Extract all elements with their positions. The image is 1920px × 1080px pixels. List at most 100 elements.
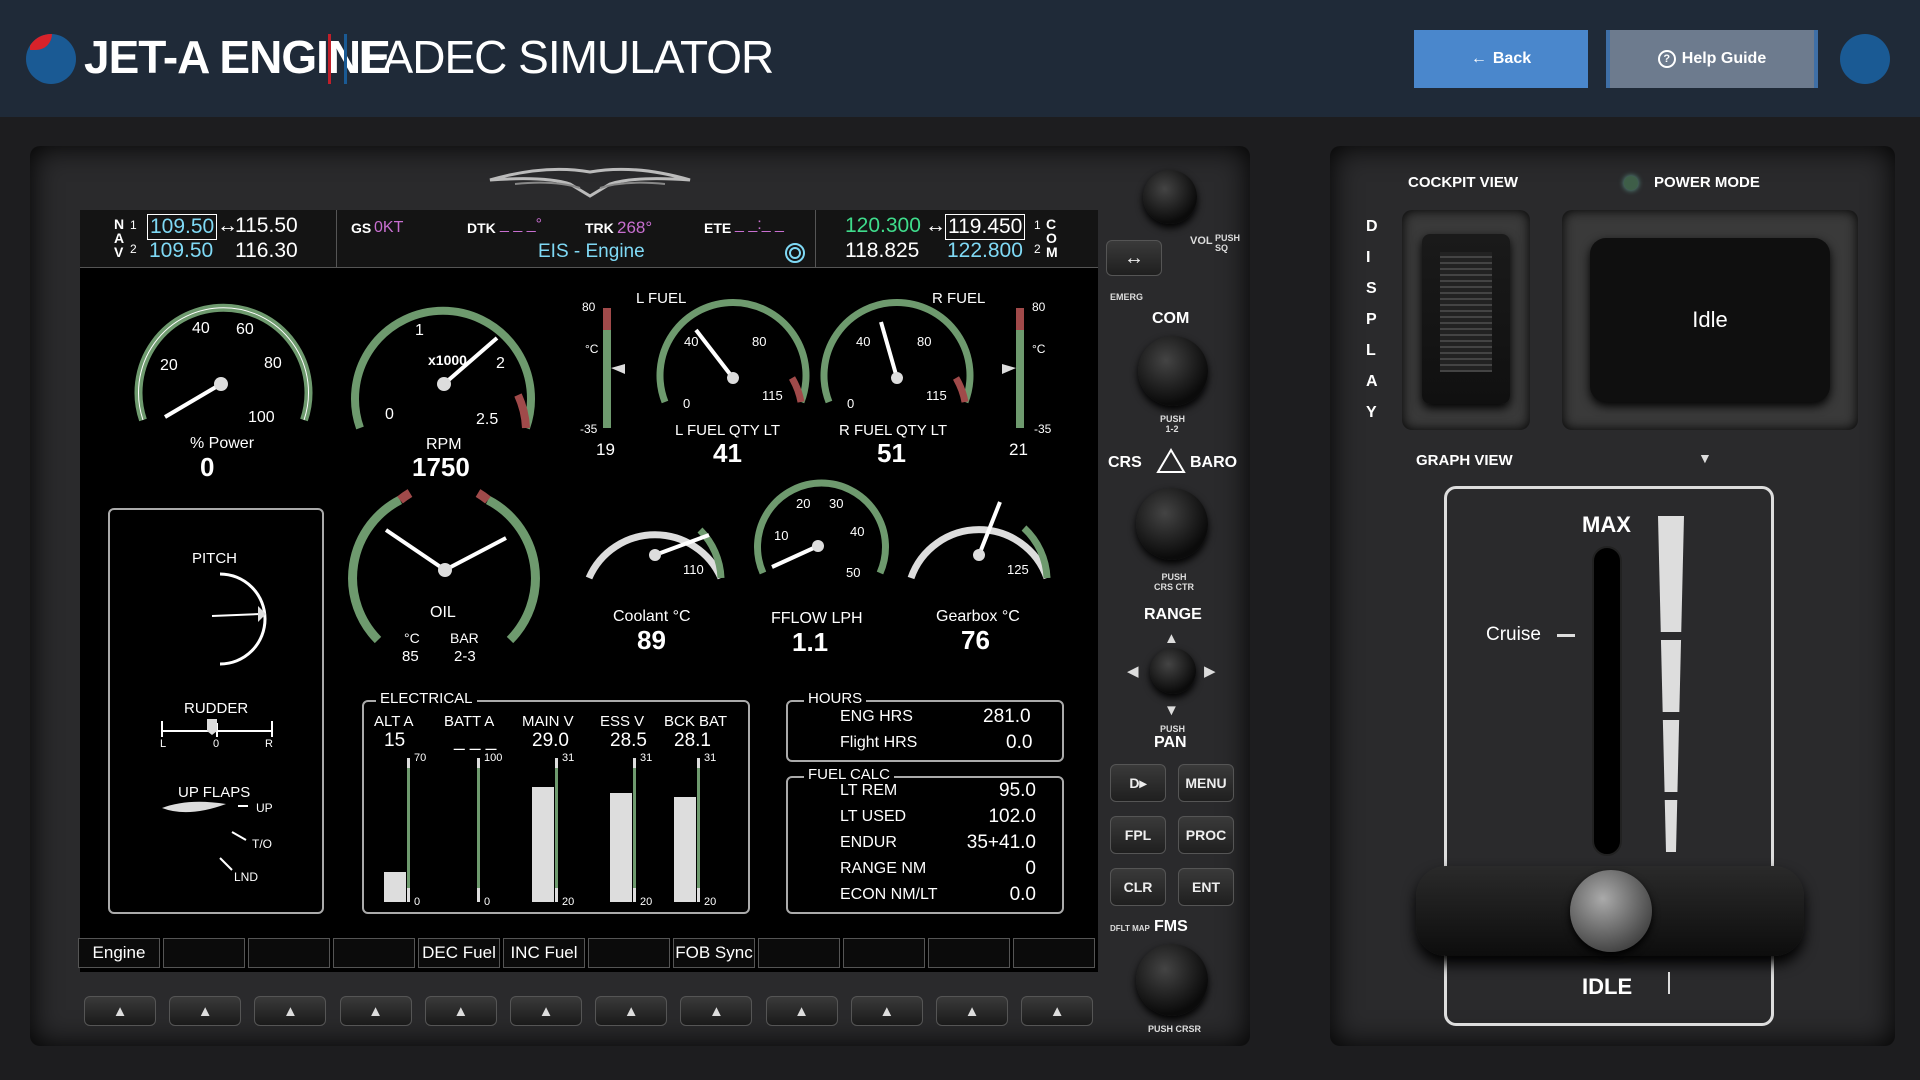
range-pan-knob[interactable]	[1150, 648, 1196, 694]
clr-button[interactable]: CLR	[1110, 868, 1166, 906]
softkey-blank[interactable]	[588, 938, 670, 968]
oil-temp-value: 85	[402, 648, 419, 665]
display-switch-rocker[interactable]	[1422, 234, 1510, 404]
softkey-engine[interactable]: Engine	[78, 938, 160, 968]
softkey-arrow-button[interactable]: ▲	[510, 996, 582, 1026]
rudder-l-label: L	[160, 738, 167, 750]
com-knob[interactable]	[1138, 336, 1208, 406]
triangle-up-icon: ▲	[453, 1002, 469, 1020]
softkey-arrow-button[interactable]: ▲	[850, 996, 923, 1026]
softkey-blank[interactable]	[333, 938, 415, 968]
graph-view-chevron-icon[interactable]: ▼	[1698, 450, 1712, 466]
back-button[interactable]: ← Back	[1414, 30, 1588, 88]
pan-label: PAN	[1154, 734, 1187, 751]
softkey-arrow-button[interactable]: ▲	[765, 996, 838, 1026]
lfuel-temp-bar	[603, 308, 625, 428]
help-circle-icon: ?	[1657, 50, 1676, 68]
elec-bar-value: 29.0	[532, 730, 569, 751]
softkey-blank[interactable]	[758, 938, 840, 968]
vol-knob[interactable]	[1143, 170, 1197, 224]
elec-bar-min: 0	[414, 896, 421, 908]
com-label: COM	[1152, 310, 1190, 327]
lfuel-temp-value: 19	[596, 440, 615, 459]
rpm-tick-2: 2	[496, 355, 505, 372]
crs-baro-triangle-icon	[1156, 448, 1186, 473]
gearbox-value: 76	[961, 625, 990, 655]
fflow-tick-30: 30	[829, 496, 844, 511]
fflow-tick-10: 10	[774, 528, 789, 543]
power-mode-selector[interactable]: Idle	[1562, 210, 1858, 430]
menu-button[interactable]: MENU	[1178, 764, 1234, 802]
elec-bar-max: 31	[562, 752, 575, 764]
softkey-arrow-button[interactable]: ▲	[424, 996, 497, 1026]
direct-to-button[interactable]: D▸	[1110, 764, 1166, 802]
elec-bar-track	[530, 758, 558, 902]
fuel-calc-label: ECON NM/LT	[840, 886, 938, 903]
rfuel-title: R FUEL	[932, 290, 986, 307]
softkey-arrow-button[interactable]: ▲	[169, 996, 242, 1026]
range-down-icon[interactable]: ▼	[1164, 702, 1179, 719]
fflow-value: 1.1	[792, 627, 829, 657]
elec-bar-track	[452, 758, 480, 902]
softkey-blank[interactable]	[843, 938, 925, 968]
rfuel-temp-value: 21	[1009, 440, 1028, 459]
help-button-label: Help Guide	[1681, 50, 1767, 67]
rudder-scale	[161, 719, 273, 737]
oil-press-unit: BAR	[450, 630, 479, 646]
softkey-arrow-button[interactable]: ▲	[936, 996, 1008, 1026]
softkey-dec-fuel[interactable]: DEC Fuel	[418, 938, 500, 968]
elec-bar-max: 70	[414, 752, 427, 764]
oil-temp-unit: °C	[404, 630, 420, 646]
fuel-calc-value: 102.0	[988, 806, 1036, 827]
elec-bar-min: 20	[704, 896, 717, 908]
avatar[interactable]	[1840, 34, 1890, 84]
softkey-arrow-button[interactable]: ▲	[254, 996, 327, 1026]
triangle-up-icon: ▲	[708, 1002, 724, 1020]
softkey-inc-fuel[interactable]: INC Fuel	[503, 938, 585, 968]
power-value: 0	[200, 452, 215, 482]
emerg-swap-button[interactable]: ↔	[1106, 240, 1162, 276]
range-right-icon[interactable]: ▶	[1204, 662, 1216, 680]
ent-button[interactable]: ENT	[1178, 868, 1234, 906]
softkey-arrow-button[interactable]: ▲	[680, 996, 753, 1026]
proc-button[interactable]: PROC	[1178, 816, 1234, 854]
triangle-up-icon: ▲	[282, 1002, 298, 1020]
help-guide-button[interactable]: ? Help Guide	[1606, 30, 1818, 88]
softkey-blank[interactable]	[248, 938, 330, 968]
cruise-marker	[1557, 634, 1575, 637]
range-up-icon[interactable]: ▲	[1164, 630, 1179, 647]
arrow-left-icon: ←	[1470, 50, 1487, 67]
softkey-arrow-button[interactable]: ▲	[595, 996, 668, 1026]
rudder-0-label: 0	[213, 738, 220, 750]
power-tick-80: 80	[264, 355, 282, 372]
power-mode-label: POWER MODE	[1654, 174, 1760, 191]
elec-bar-track	[382, 758, 410, 902]
softkey-blank[interactable]	[1013, 938, 1095, 968]
softkey-arrow-button[interactable]: ▲	[1021, 996, 1094, 1026]
softkey-arrow-button[interactable]: ▲	[339, 996, 412, 1026]
crs-baro-knob[interactable]	[1136, 488, 1208, 560]
lfuel-value: 41	[713, 438, 742, 468]
display-letter: A	[1366, 373, 1378, 390]
range-left-icon[interactable]: ◀	[1127, 662, 1139, 680]
fuel-calc-value: 0	[1025, 858, 1036, 879]
fms-label: FMS	[1154, 918, 1188, 935]
softkey-arrow-button[interactable]: ▲	[84, 996, 156, 1026]
throttle-knob[interactable]	[1570, 870, 1652, 952]
elec-bar-name: ALT A	[374, 713, 414, 730]
throttle-max-label: MAX	[1582, 512, 1631, 537]
softkey-blank[interactable]	[163, 938, 245, 968]
elec-bar-min: 20	[562, 896, 575, 908]
fpl-button[interactable]: FPL	[1110, 816, 1166, 854]
elec-bar-name: BCK BAT	[664, 713, 728, 730]
triangle-up-icon: ▲	[879, 1002, 895, 1020]
display-switch[interactable]	[1402, 210, 1530, 430]
lfuel-tick-115: 115	[762, 388, 783, 403]
softkey-fob-sync[interactable]: FOB Sync	[673, 938, 755, 968]
softkey-blank[interactable]	[928, 938, 1010, 968]
throttle-track	[1592, 546, 1622, 856]
rfuel-temp-bar	[1002, 308, 1024, 428]
fms-knob[interactable]	[1136, 944, 1208, 1016]
rfuel-tick-0: 0	[847, 396, 855, 411]
gearbox-tick: 125	[1007, 562, 1029, 577]
